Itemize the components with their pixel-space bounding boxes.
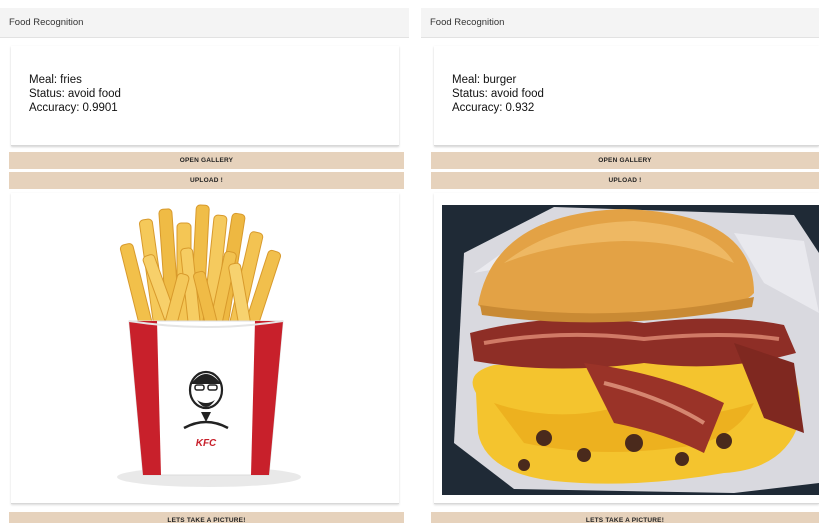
- status-line: Status: avoid food: [452, 87, 819, 101]
- accuracy-label: Accuracy:: [29, 102, 80, 114]
- meal-value: fries: [60, 74, 82, 86]
- app-title: Food Recognition: [9, 17, 84, 28]
- meal-line: Meal: fries: [29, 73, 399, 87]
- burger-photo: [442, 205, 819, 495]
- accuracy-label: Accuracy:: [452, 102, 503, 114]
- status-value: avoid food: [490, 88, 544, 100]
- app-bar: Food Recognition: [421, 8, 819, 38]
- upload-button[interactable]: UPLOAD !: [431, 172, 819, 189]
- status-label: Status:: [452, 88, 488, 100]
- photo-card: KFC: [11, 193, 399, 504]
- carton-brand-text: KFC: [196, 438, 217, 449]
- result-card: Meal: burger Status: avoid food Accuracy: 0…: [434, 46, 819, 146]
- status-line: Status: avoid food: [29, 87, 399, 101]
- accuracy-line: Accuracy: 0.932: [452, 101, 819, 115]
- app-bar: Food Recognition: [0, 8, 409, 38]
- upload-button[interactable]: UPLOAD !: [9, 172, 404, 189]
- result-card: Meal: fries Status: avoid food Accuracy: 0.…: [11, 46, 399, 146]
- meal-value: burger: [483, 74, 517, 86]
- carton: KFC: [128, 320, 284, 476]
- fries-photo: KFC: [117, 204, 301, 487]
- meal-label: Meal:: [29, 74, 58, 86]
- status-value: avoid food: [67, 88, 121, 100]
- meal-label: Meal:: [452, 74, 481, 86]
- open-gallery-button[interactable]: OPEN GALLERY: [431, 152, 819, 169]
- phone-screen-burger: Food Recognition Meal: burger Status: avoi…: [421, 0, 819, 523]
- phone-screen-fries: Food Recognition Meal: fries Status: avoid…: [0, 0, 409, 523]
- accuracy-line: Accuracy: 0.9901: [29, 101, 399, 115]
- accuracy-value: 0.9901: [82, 102, 118, 114]
- photo-card: [434, 193, 819, 504]
- meal-line: Meal: burger: [452, 73, 819, 87]
- take-picture-button[interactable]: LETS TAKE A PICTURE!: [9, 512, 404, 523]
- take-picture-button[interactable]: LETS TAKE A PICTURE!: [431, 512, 819, 523]
- app-title: Food Recognition: [430, 17, 505, 28]
- open-gallery-button[interactable]: OPEN GALLERY: [9, 152, 404, 169]
- status-label: Status:: [29, 88, 65, 100]
- accuracy-value: 0.932: [505, 102, 535, 114]
